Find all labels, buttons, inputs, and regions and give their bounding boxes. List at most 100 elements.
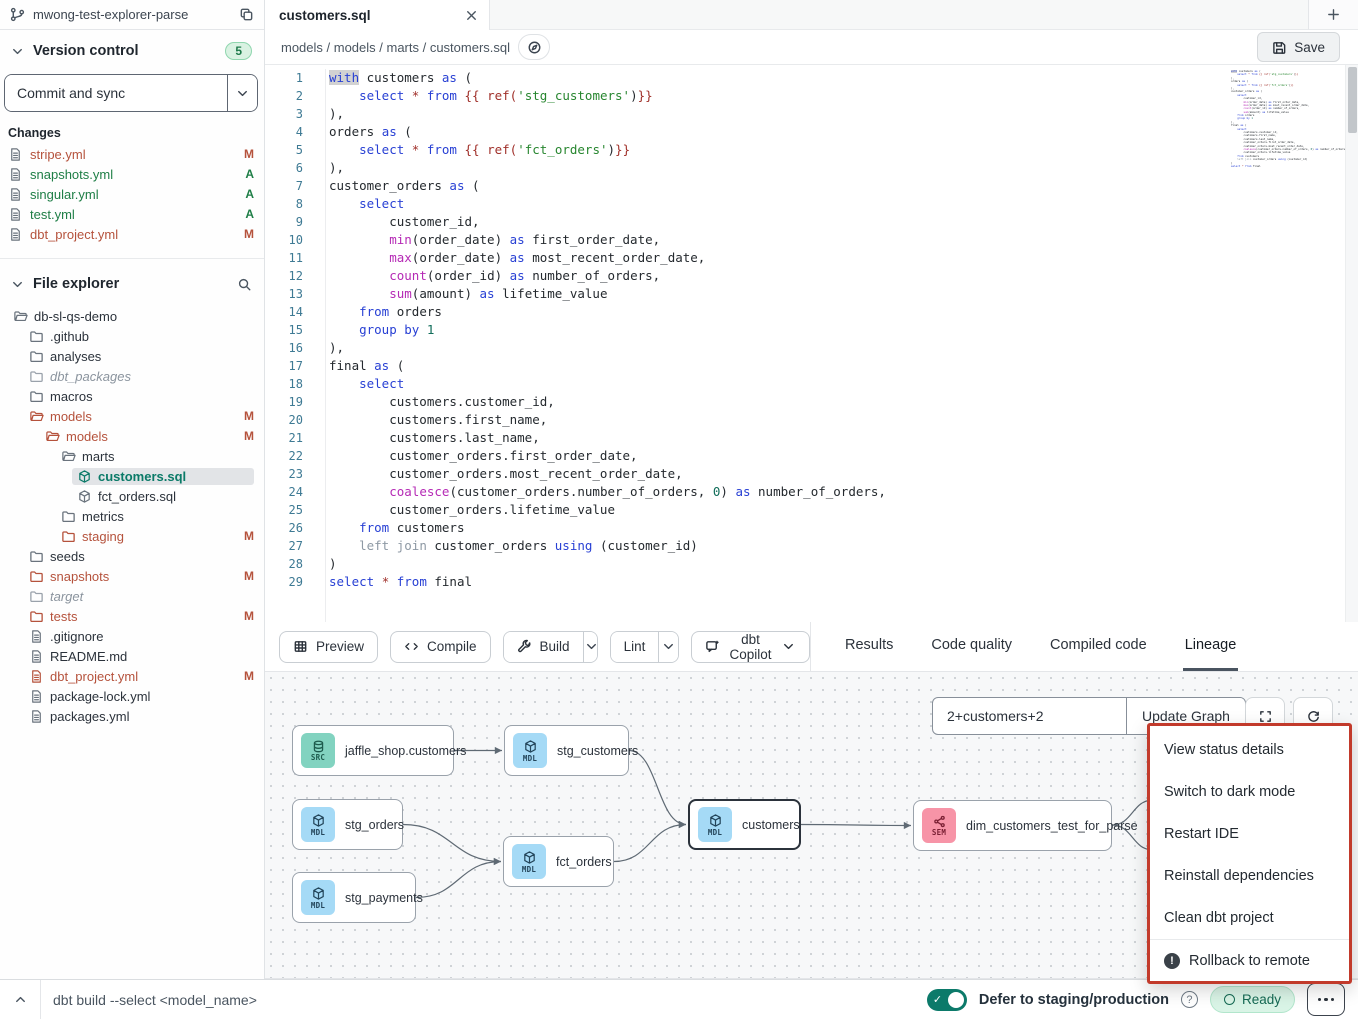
build-button[interactable]: Build	[504, 632, 583, 662]
code-line[interactable]: 10 min(order_date) as first_order_date,	[265, 231, 1358, 249]
menu-item-restart-ide[interactable]: Restart IDE	[1150, 813, 1349, 855]
code-line[interactable]: 1with customers as (	[265, 69, 1358, 87]
code-line[interactable]: 16),	[265, 339, 1358, 357]
copy-branch-button[interactable]	[239, 7, 254, 22]
tree-item-snapshots[interactable]: snapshotsM	[0, 566, 264, 586]
tree-item-fct-orders-sql[interactable]: fct_orders.sql	[0, 486, 264, 506]
tree-item--gitignore[interactable]: .gitignore	[0, 626, 264, 646]
code-line[interactable]: 4orders as (	[265, 123, 1358, 141]
tree-item-tests[interactable]: testsM	[0, 606, 264, 626]
menu-item-switch-to-dark-mode[interactable]: Switch to dark mode	[1150, 771, 1349, 813]
command-input[interactable]: dbt build --select <model_name>	[41, 992, 927, 1008]
code-line[interactable]: 19 customers.customer_id,	[265, 393, 1358, 411]
search-icon[interactable]	[237, 277, 252, 292]
code-line[interactable]: 12 count(order_id) as number_of_orders,	[265, 267, 1358, 285]
code-line[interactable]: 24 coalesce(customer_orders.number_of_or…	[265, 483, 1358, 501]
tree-item-metrics[interactable]: metrics	[0, 506, 264, 526]
code-line[interactable]: 6),	[265, 159, 1358, 177]
tab-compiled-code[interactable]: Compiled code	[1048, 622, 1149, 671]
code-line[interactable]: 25 customer_orders.lifetime_value	[265, 501, 1358, 519]
code-line[interactable]: 8 select	[265, 195, 1358, 213]
defer-toggle[interactable]: ✓	[927, 989, 967, 1011]
lineage-node-stg_payments[interactable]: MDL stg_payments	[292, 872, 416, 923]
tree-item-readme-md[interactable]: README.md	[0, 646, 264, 666]
code-line[interactable]: 28)	[265, 555, 1358, 573]
lint-button[interactable]: Lint	[611, 632, 659, 662]
command-bar-expand-button[interactable]	[0, 980, 41, 1019]
tree-item-seeds[interactable]: seeds	[0, 546, 264, 566]
lineage-node-stg_customers[interactable]: MDL stg_customers	[504, 725, 629, 776]
code-line[interactable]: 14 from orders	[265, 303, 1358, 321]
tree-item-analyses[interactable]: analyses	[0, 346, 264, 366]
menu-item-rollback-to-remote[interactable]: !Rollback to remote	[1150, 940, 1349, 981]
code-line[interactable]: 11 max(order_date) as most_recent_order_…	[265, 249, 1358, 267]
code-line[interactable]: 7customer_orders as (	[265, 177, 1358, 195]
lineage-node-fct_orders[interactable]: MDL fct_orders	[503, 836, 614, 887]
tree-item-db-sl-qs-demo[interactable]: db-sl-qs-demo	[0, 306, 264, 326]
change-row[interactable]: singular.yml A	[0, 184, 264, 204]
more-options-button[interactable]	[1307, 983, 1345, 1016]
tree-item-marts[interactable]: marts	[0, 446, 264, 466]
code-editor[interactable]: 1with customers as (2 select * from {{ r…	[265, 65, 1358, 622]
close-icon[interactable]	[464, 8, 479, 23]
code-line[interactable]: 18 select	[265, 375, 1358, 393]
code-line[interactable]: 2 select * from {{ ref('stg_customers')}…	[265, 87, 1358, 105]
code-line[interactable]: 15 group by 1	[265, 321, 1358, 339]
tree-item-target[interactable]: target	[0, 586, 264, 606]
tab-code-quality[interactable]: Code quality	[929, 622, 1014, 671]
lineage-node-jaffle[interactable]: SRC jaffle_shop.customers	[292, 725, 454, 776]
tab-customers-sql[interactable]: customers.sql	[265, 0, 490, 30]
tab-results[interactable]: Results	[843, 622, 895, 671]
change-row[interactable]: snapshots.yml A	[0, 164, 264, 184]
editor-scrollbar[interactable]	[1345, 65, 1358, 622]
tree-item-staging[interactable]: stagingM	[0, 526, 264, 546]
commit-dropdown-button[interactable]	[227, 75, 257, 111]
code-line[interactable]: 29select * from final	[265, 573, 1358, 591]
tree-item-package-lock-yml[interactable]: package-lock.yml	[0, 686, 264, 706]
code-line[interactable]: 21 customers.last_name,	[265, 429, 1358, 447]
code-line[interactable]: 9 customer_id,	[265, 213, 1358, 231]
tree-item-macros[interactable]: macros	[0, 386, 264, 406]
help-icon[interactable]: ?	[1181, 991, 1198, 1008]
tree-item-models[interactable]: modelsM	[0, 406, 264, 426]
build-dropdown-button[interactable]	[583, 632, 598, 662]
tree-item-packages-yml[interactable]: packages.yml	[0, 706, 264, 726]
new-tab-button[interactable]	[1308, 0, 1358, 30]
preview-button[interactable]: Preview	[279, 631, 378, 663]
menu-item-reinstall-dependencies[interactable]: Reinstall dependencies	[1150, 855, 1349, 897]
tree-item--github[interactable]: .github	[0, 326, 264, 346]
change-row[interactable]: test.yml A	[0, 204, 264, 224]
change-row[interactable]: stripe.yml M	[0, 144, 264, 164]
lineage-node-dim[interactable]: SEM dim_customers_test_for_parse	[913, 800, 1112, 851]
tree-item-dbt-packages[interactable]: dbt_packages	[0, 366, 264, 386]
version-control-header[interactable]: Version control 5	[0, 30, 264, 68]
lineage-node-customers[interactable]: MDL customers	[688, 799, 801, 850]
change-row[interactable]: dbt_project.yml M	[0, 224, 264, 244]
code-line[interactable]: 26 from customers	[265, 519, 1358, 537]
tree-item-customers-sql[interactable]: customers.sql	[0, 466, 264, 486]
open-in-explorer-button[interactable]	[518, 34, 550, 60]
code-line[interactable]: 13 sum(amount) as lifetime_value	[265, 285, 1358, 303]
lint-dropdown-button[interactable]	[658, 632, 678, 662]
copilot-label: dbt Copilot	[728, 632, 773, 662]
code-line[interactable]: 22 customer_orders.first_order_date,	[265, 447, 1358, 465]
compile-button[interactable]: Compile	[390, 631, 491, 663]
lineage-node-stg_orders[interactable]: MDL stg_orders	[292, 799, 403, 850]
code-line[interactable]: 27 left join customer_orders using (cust…	[265, 537, 1358, 555]
code-line[interactable]: 3),	[265, 105, 1358, 123]
save-button[interactable]: Save	[1257, 32, 1340, 62]
dbt-copilot-button[interactable]: dbt Copilot	[691, 631, 810, 663]
lineage-selector-input[interactable]: 2+customers+2	[933, 698, 1126, 734]
menu-item-clean-dbt-project[interactable]: Clean dbt project	[1150, 897, 1349, 939]
tree-item-models[interactable]: modelsM	[0, 426, 264, 446]
code-line[interactable]: 5 select * from {{ ref('fct_orders')}}	[265, 141, 1358, 159]
menu-item-view-status-details[interactable]: View status details	[1150, 729, 1349, 771]
code-line[interactable]: 20 customers.first_name,	[265, 411, 1358, 429]
commit-and-sync-button[interactable]: Commit and sync	[5, 75, 227, 111]
code-line[interactable]: 23 customer_orders.most_recent_order_dat…	[265, 465, 1358, 483]
tree-item-dbt-project-yml[interactable]: dbt_project.ymlM	[0, 666, 264, 686]
branch-name[interactable]: mwong-test-explorer-parse	[33, 7, 231, 22]
file-explorer-header[interactable]: File explorer	[0, 264, 264, 300]
tab-lineage[interactable]: Lineage	[1183, 622, 1239, 671]
code-line[interactable]: 17final as (	[265, 357, 1358, 375]
